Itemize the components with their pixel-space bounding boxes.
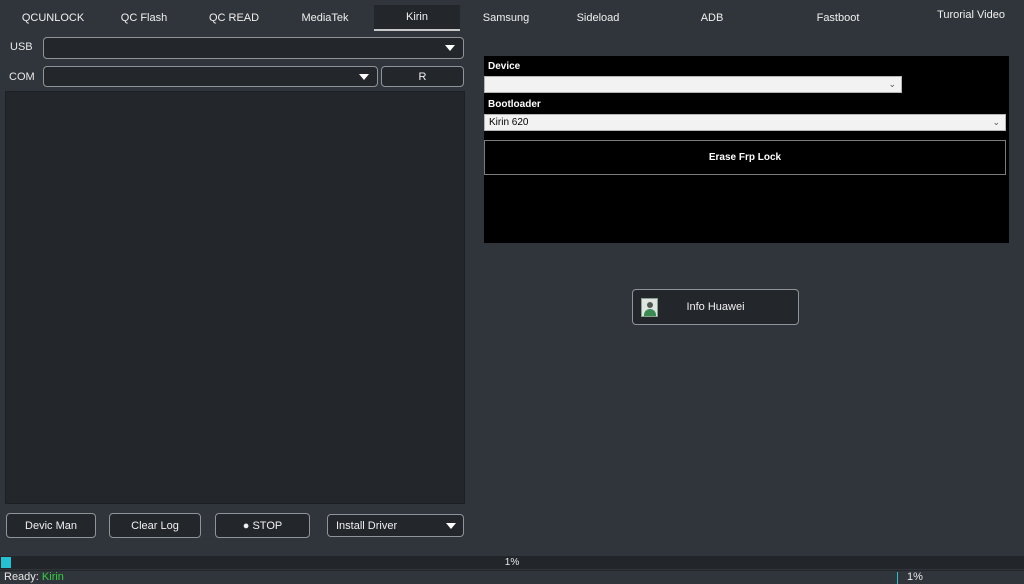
tab-samsung[interactable]: Samsung [466,5,546,31]
chevron-down-icon: ⌄ [888,79,896,89]
bootloader-select[interactable]: Kirin 620 ⌄ [484,114,1006,131]
tab-mediatek[interactable]: MediaTek [283,5,367,31]
com-label: COM [9,71,35,83]
chevron-down-icon [359,74,369,80]
user-avatar-icon [641,298,658,317]
ready-label: Ready: [4,571,39,583]
info-huawei-label: Info Huawei [686,301,745,313]
device-manager-button[interactable]: Devic Man [6,513,96,538]
log-output[interactable] [5,91,465,504]
tab-kirin[interactable]: Kirin [374,5,460,31]
tab-adb[interactable]: ADB [672,5,752,31]
tab-qc-flash[interactable]: QC Flash [103,5,185,31]
chevron-down-icon [445,45,455,51]
status-current-tab: Kirin [41,571,64,583]
usb-label: USB [10,41,33,53]
status-percent: 1% [907,571,923,583]
com-select[interactable] [43,66,378,87]
usb-select[interactable] [43,37,464,59]
device-select[interactable]: ⌄ [484,76,902,93]
device-label: Device [488,61,521,72]
erase-frp-lock-button[interactable]: Erase Frp Lock [484,140,1006,175]
tab-tutorial-video[interactable]: Turorial Video [930,9,1012,21]
chevron-down-icon: ⌄ [992,117,1000,127]
tab-qc-read[interactable]: QC READ [193,5,275,31]
tab-qcunlock[interactable]: QCUNLOCK [11,5,95,31]
progress-bar: 1% [0,556,1024,569]
bootloader-select-value: Kirin 620 [489,117,529,128]
clear-log-button[interactable]: Clear Log [109,513,201,538]
chevron-down-icon [446,523,456,529]
refresh-button[interactable]: R [381,66,464,87]
status-divider [897,572,898,584]
stop-button[interactable]: ● STOP [215,513,310,538]
install-driver-select[interactable]: Install Driver [327,514,464,537]
bootloader-label: Bootloader [488,99,541,110]
install-driver-label: Install Driver [336,519,398,532]
progress-percent: 1% [504,557,520,568]
status-ready: Ready: Kirin [4,571,64,584]
tab-sideload[interactable]: Sideload [558,5,638,31]
info-huawei-button[interactable]: Info Huawei [632,289,799,325]
tab-fastboot[interactable]: Fastboot [798,5,878,31]
status-bar: Ready: Kirin 1% [0,570,1024,584]
